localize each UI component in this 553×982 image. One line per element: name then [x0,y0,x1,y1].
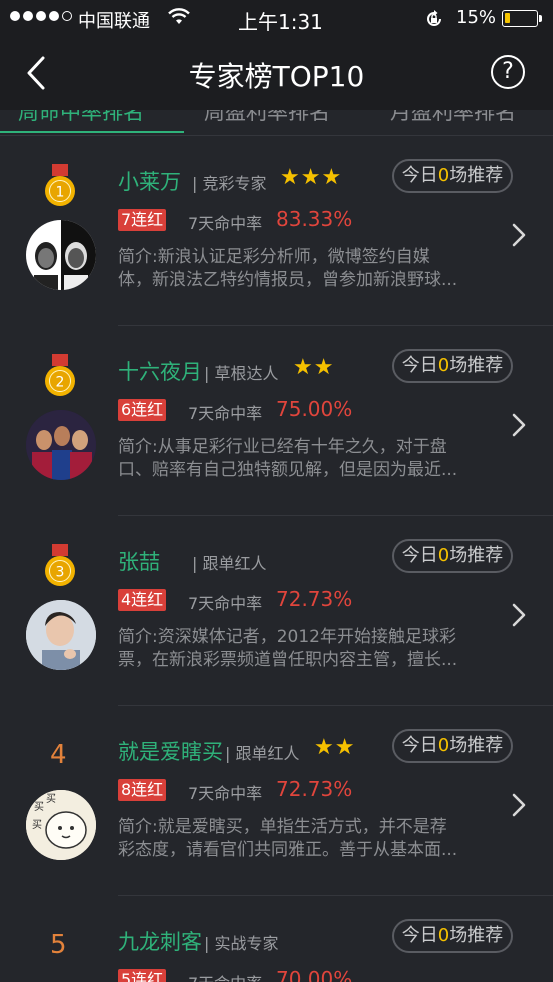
today-recommend-button[interactable]: 今日0场推荐 [392,729,513,763]
help-button[interactable]: ? [491,55,525,89]
svg-text:买: 买 [46,793,56,805]
svg-text:买: 买 [34,801,44,813]
expert-row[interactable]: 2 十六夜月 | 草根达人 ★ ★ 今日0场推荐 6连红 7天命中率 75.00… [0,326,553,516]
star-rating: ★ ★ ★ [280,167,341,189]
wifi-icon [168,8,190,24]
hit-rate-label: 7天命中率 [188,784,263,803]
chevron-right-icon[interactable] [510,221,528,249]
hit-rate-label: 7天命中率 [188,970,262,982]
streak-badge: 8连红 [118,779,167,801]
svg-text:2: 2 [56,375,65,391]
avatar [26,600,96,670]
avatar: 买 买 买 [26,790,96,860]
nav-bar: 专家榜TOP10 ? [0,36,553,110]
status-bar: 中国联通 上午1:31 15% [0,0,553,36]
hit-rate-value: 72.73% [276,777,353,801]
expert-level: | 草根达人 [204,364,279,383]
streak-badge: 7连红 [118,209,167,231]
expert-level: | 实战专家 [204,934,279,953]
medal-icon: 3 [45,544,75,586]
today-recommend-button[interactable]: 今日0场推荐 [392,349,513,383]
medal-icon: 2 [45,354,75,396]
rank-number: 5 [50,930,67,960]
expert-name[interactable]: 十六夜月 [118,356,202,386]
hit-rate-value: 83.33% [276,207,353,231]
expert-row[interactable]: 4 买 买 买 就是爱瞎买 | 跟单红人 ★ ★ 今日0场推荐 8连红 7天命中… [0,706,553,896]
expert-intro: 简介:从事足彩行业已经有十年之久，对于盘 口、赔率有自己独特额见解，但是因为最近… [118,437,458,480]
hit-rate-label: 7天命中率 [188,594,263,613]
hit-rate-value: 72.73% [276,587,353,611]
today-recommend-button[interactable]: 今日0场推荐 [392,539,513,573]
today-recommend-button[interactable]: 今日0场推荐 [392,159,513,193]
star-icon: ★ [334,735,355,760]
battery-tip [539,15,542,22]
tab-weekly-profit-rate[interactable]: 周盈利率排名 [204,110,330,126]
today-recommend-button[interactable]: 今日0场推荐 [392,919,513,953]
avatar [26,410,96,480]
expert-name[interactable]: 就是爱瞎买 [118,736,223,766]
hit-rate-value: 75.00% [276,397,353,421]
star-icon: ★ [321,165,342,190]
orientation-lock-icon [427,10,441,26]
hit-rate-label: 7天命中率 [188,404,263,423]
rank-number: 4 [50,740,67,770]
expert-level: | 竞彩专家 [192,174,267,193]
expert-intro: 简介:新浪认证足彩分析师，微博签约自媒 体，新浪法乙特约情报员，曾参加新浪野球.… [118,247,458,290]
chevron-right-icon[interactable] [510,601,528,629]
signal-strength-icon [10,11,72,21]
expert-row[interactable]: 3 张喆 | 跟单红人 今日0场推荐 4连红 7天命中率 72.73% 简介:资… [0,516,553,706]
star-icon: ★ [280,165,300,190]
streak-badge: 5连红 [118,969,167,982]
tab-weekly-hit-rate[interactable]: 周命中率排名 [18,110,144,126]
star-rating: ★ ★ [314,737,354,759]
battery-percent: 15% [456,7,497,28]
expert-row[interactable]: 5 九龙刺客 | 实战专家 今日0场推荐 5连红 7天命中率 70.00% [0,896,553,982]
hit-rate-value: 70.00% [276,967,353,982]
star-icon: ★ [300,165,321,190]
chevron-right-icon[interactable] [510,791,528,819]
page-title: 专家榜TOP10 [188,60,365,93]
expert-name[interactable]: 张喆 [118,546,160,576]
hit-rate-label: 7天命中率 [188,214,263,233]
streak-badge: 4连红 [118,589,167,611]
expert-name[interactable]: 小莱万 [118,166,181,196]
svg-text:1: 1 [56,185,65,201]
expert-row[interactable]: 1 小莱万 | 竞彩专家 ★ ★ ★ 今日0场推荐 7连红 7天命中率 83.3… [0,136,553,326]
chevron-right-icon[interactable] [510,411,528,439]
expert-level: | 跟单红人 [192,554,267,573]
star-icon: ★ [313,355,334,380]
active-tab-indicator [0,131,184,133]
svg-text:买: 买 [32,819,42,831]
tab-monthly-profit-rate[interactable]: 月盈利率排名 [390,110,516,126]
expert-intro: 简介:就是爱瞎买，单指生活方式，并不是荐 彩态度，请看官们共同雅正。善于从基本面… [118,817,458,860]
star-icon: ★ [293,355,313,380]
streak-badge: 6连红 [118,399,167,421]
star-icon: ★ [314,735,334,760]
battery-icon [502,10,538,27]
expert-level: | 跟单红人 [225,744,300,763]
expert-intro: 简介:资深媒体记者，2012年开始接触足球彩 票，在新浪彩票频道曾任职内容主管，… [118,627,458,670]
clock: 上午1:31 [238,10,323,34]
expert-name[interactable]: 九龙刺客 [118,926,202,956]
avatar [26,220,96,290]
star-rating: ★ ★ [293,357,333,379]
carrier-label: 中国联通 [78,11,150,32]
medal-icon: 1 [45,164,75,206]
svg-text:3: 3 [56,565,65,581]
